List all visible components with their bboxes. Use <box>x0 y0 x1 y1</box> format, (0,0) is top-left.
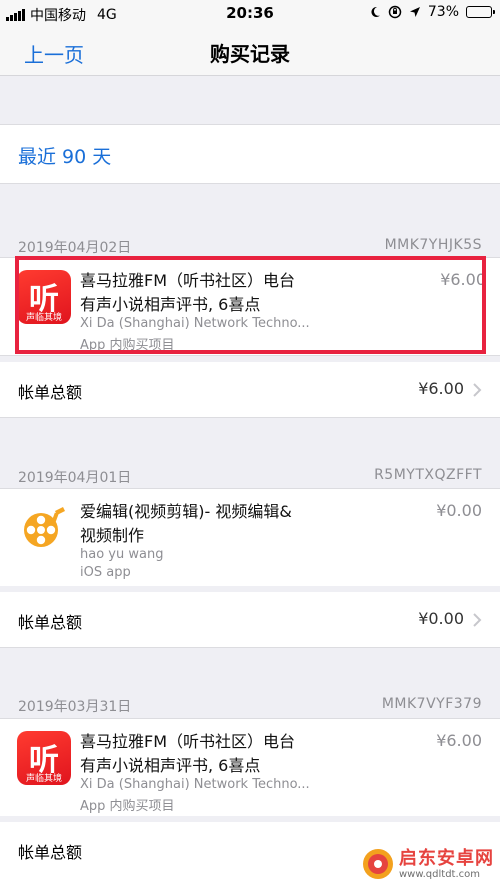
moon-icon <box>371 6 380 17</box>
item-price: ¥6.00 <box>440 270 486 289</box>
bill-total-row[interactable]: 帐单总额 ¥0.00 <box>0 592 500 648</box>
status-right: 73% <box>369 4 495 20</box>
purchase-date: 2019年03月31日 <box>18 699 132 715</box>
purchase-date: 2019年04月02日 <box>18 240 132 256</box>
item-price: ¥6.00 <box>436 731 482 750</box>
battery-icon <box>466 6 495 18</box>
purchase-item[interactable]: 爱编辑(视频剪辑)- 视频编辑& 视频制作 hao yu wang iOS ap… <box>0 488 500 586</box>
item-type: iOS app <box>80 565 131 580</box>
item-developer: hao yu wang <box>80 547 164 562</box>
item-name: 喜马拉雅FM（听书社区）电台 <box>80 732 296 751</box>
item-developer: Xi Da (Shanghai) Network Techno... <box>80 316 310 331</box>
chevron-right-icon <box>473 613 482 627</box>
watermark-text-block: 启东安卓网 www.qdltdt.com <box>399 847 494 880</box>
item-developer: Xi Da (Shanghai) Network Techno... <box>80 777 310 792</box>
bill-total-label: 帐单总额 <box>18 613 83 632</box>
watermark-url: www.qdltdt.com <box>399 868 480 880</box>
order-id: R5MYTXQZFFT <box>374 467 482 483</box>
watermark-text: 启东安卓网 <box>399 847 494 869</box>
chevron-right-icon <box>473 383 482 397</box>
site-watermark: 启东安卓网 www.qdltdt.com <box>361 847 494 881</box>
purchase-item[interactable]: 听 声临其境 喜马拉雅FM（听书社区）电台 有声小说相声评书, 6喜点 Xi D… <box>0 257 500 355</box>
purchase-date: 2019年04月01日 <box>18 470 132 486</box>
date-range-label: 最近 90 天 <box>18 146 112 168</box>
item-name: 喜马拉雅FM（听书社区）电台 <box>80 271 296 290</box>
bill-total-label: 帐单总额 <box>18 843 83 862</box>
bill-total-label: 帐单总额 <box>18 383 83 402</box>
section-header: 2019年04月01日 R5MYTXQZFFT <box>0 465 500 487</box>
date-range-filter[interactable]: 最近 90 天 <box>0 124 500 184</box>
battery-percent: 73% <box>427 4 459 20</box>
status-bar: 中国移动 4G 20:36 73% <box>0 0 500 28</box>
order-id: MMK7VYF379 <box>381 696 482 712</box>
location-icon <box>409 7 420 17</box>
bill-total-row[interactable]: 帐单总额 ¥6.00 <box>0 362 500 418</box>
bill-total-amount: ¥0.00 <box>418 609 464 628</box>
purchase-item[interactable]: 听 声临其境 喜马拉雅FM（听书社区）电台 有声小说相声评书, 6喜点 Xi D… <box>0 718 500 816</box>
film-reel-app-icon <box>24 507 65 547</box>
item-type: App 内购买项目 <box>80 338 175 353</box>
ximalaya-app-icon: 听 声临其境 <box>17 731 71 785</box>
item-subtitle: 有声小说相声评书, 6喜点 <box>80 295 261 314</box>
bill-total-amount: ¥6.00 <box>418 379 464 398</box>
divider <box>0 355 500 356</box>
item-name: 爱编辑(视频剪辑)- 视频编辑& <box>80 502 292 521</box>
item-type: App 内购买项目 <box>80 799 175 814</box>
item-price: ¥0.00 <box>436 501 482 520</box>
rotation-lock-icon <box>388 5 402 19</box>
page-title: 购买记录 <box>210 42 290 66</box>
item-subtitle: 视频制作 <box>80 526 145 545</box>
order-id: MMK7YHJK5S <box>384 237 482 253</box>
section-header: 2019年03月31日 MMK7VYF379 <box>0 694 500 716</box>
watermark-logo-icon <box>363 849 393 879</box>
item-subtitle: 有声小说相声评书, 6喜点 <box>80 756 261 775</box>
ximalaya-app-icon: 听 声临其境 <box>17 270 71 324</box>
navigation-bar: 上一页 购买记录 <box>0 28 500 76</box>
section-header: 2019年04月02日 MMK7YHJK5S <box>0 235 500 257</box>
